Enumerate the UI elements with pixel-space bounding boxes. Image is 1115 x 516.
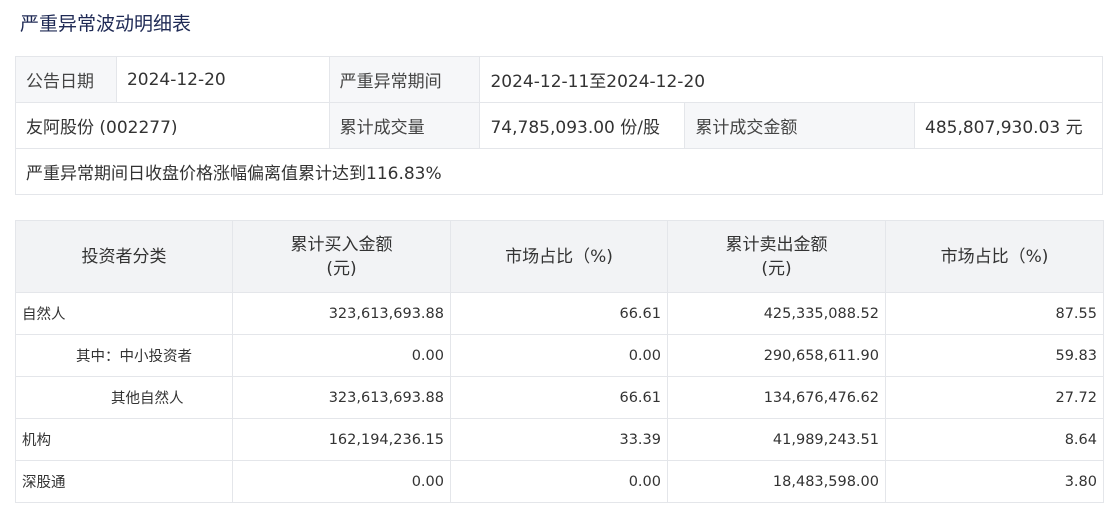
row-sell-share: 59.83 [885, 334, 1104, 377]
announce-date-value: 2024-12-20 [115, 56, 330, 103]
row-buy-amount: 323,613,693.88 [232, 376, 451, 419]
row-sell-amount: 18,483,598.00 [667, 460, 886, 503]
row-buy-share: 33.39 [450, 418, 668, 461]
table-row: 机构 162,194,236.15 33.39 41,989,243.51 8.… [15, 418, 1104, 461]
table-header-row: 投资者分类 累计买入金额 (元) 市场占比（%) 累计卖出金额 (元) 市场占比… [15, 220, 1104, 293]
header-sell-amount-line1: 累计卖出金额 [725, 234, 828, 255]
table-row: 其中：中小投资者 0.00 0.00 290,658,611.90 59.83 [15, 334, 1104, 377]
row-sell-share: 8.64 [885, 418, 1104, 461]
header-sell-share: 市场占比（%) [885, 220, 1104, 293]
row-buy-amount: 162,194,236.15 [232, 418, 451, 461]
volume-value: 74,785,093.00 份/股 [479, 102, 686, 149]
row-sell-share: 87.55 [885, 292, 1104, 335]
row-buy-amount: 0.00 [232, 460, 451, 503]
summary-info-table: 公告日期 2024-12-20 严重异常期间 2024-12-11至2024-1… [15, 56, 1103, 195]
summary-row: 公告日期 2024-12-20 严重异常期间 2024-12-11至2024-1… [15, 56, 1103, 103]
summary-row: 友阿股份 (002277) 累计成交量 74,785,093.00 份/股 累计… [15, 102, 1103, 149]
investor-table: 投资者分类 累计买入金额 (元) 市场占比（%) 累计卖出金额 (元) 市场占比… [15, 220, 1104, 503]
table-row: 深股通 0.00 0.00 18,483,598.00 3.80 [15, 460, 1104, 503]
row-sell-share: 27.72 [885, 376, 1104, 419]
amount-value: 485,807,930.03 元 [914, 102, 1103, 149]
row-buy-share: 0.00 [450, 334, 668, 377]
period-label: 严重异常期间 [328, 56, 481, 103]
stock-name: 友阿股份 (002277) [15, 102, 330, 149]
deviation-note: 严重异常期间日收盘价格涨幅偏离值累计达到116.83% [15, 148, 1103, 195]
row-buy-share: 66.61 [450, 292, 668, 335]
table-row: 自然人 323,613,693.88 66.61 425,335,088.52 … [15, 292, 1104, 335]
row-sell-share: 3.80 [885, 460, 1104, 503]
header-category: 投资者分类 [15, 220, 233, 293]
header-sell-amount: 累计卖出金额 (元) [667, 220, 886, 293]
row-category: 机构 [15, 418, 233, 461]
row-category: 深股通 [15, 460, 233, 503]
amount-label: 累计成交金额 [684, 102, 916, 149]
page-title: 严重异常波动明细表 [20, 13, 192, 35]
header-buy-amount-line1: 累计买入金额 [290, 234, 393, 255]
table-row: 其他自然人 323,613,693.88 66.61 134,676,476.6… [15, 376, 1104, 419]
announce-date-label: 公告日期 [15, 56, 117, 103]
row-sell-amount: 134,676,476.62 [667, 376, 886, 419]
row-buy-amount: 0.00 [232, 334, 451, 377]
row-buy-share: 0.00 [450, 460, 668, 503]
row-buy-share: 66.61 [450, 376, 668, 419]
row-buy-amount: 323,613,693.88 [232, 292, 451, 335]
period-value: 2024-12-11至2024-12-20 [479, 56, 1103, 103]
summary-row: 严重异常期间日收盘价格涨幅偏离值累计达到116.83% [15, 148, 1103, 195]
row-sell-amount: 41,989,243.51 [667, 418, 886, 461]
header-sell-amount-line2: (元) [761, 258, 792, 279]
row-category: 其他自然人 [15, 376, 233, 419]
header-buy-share: 市场占比（%) [450, 220, 668, 293]
row-sell-amount: 425,335,088.52 [667, 292, 886, 335]
volume-label: 累计成交量 [328, 102, 481, 149]
header-buy-amount: 累计买入金额 (元) [232, 220, 451, 293]
header-buy-amount-line2: (元) [326, 258, 357, 279]
row-sell-amount: 290,658,611.90 [667, 334, 886, 377]
row-category: 自然人 [15, 292, 233, 335]
row-category: 其中：中小投资者 [15, 334, 233, 377]
